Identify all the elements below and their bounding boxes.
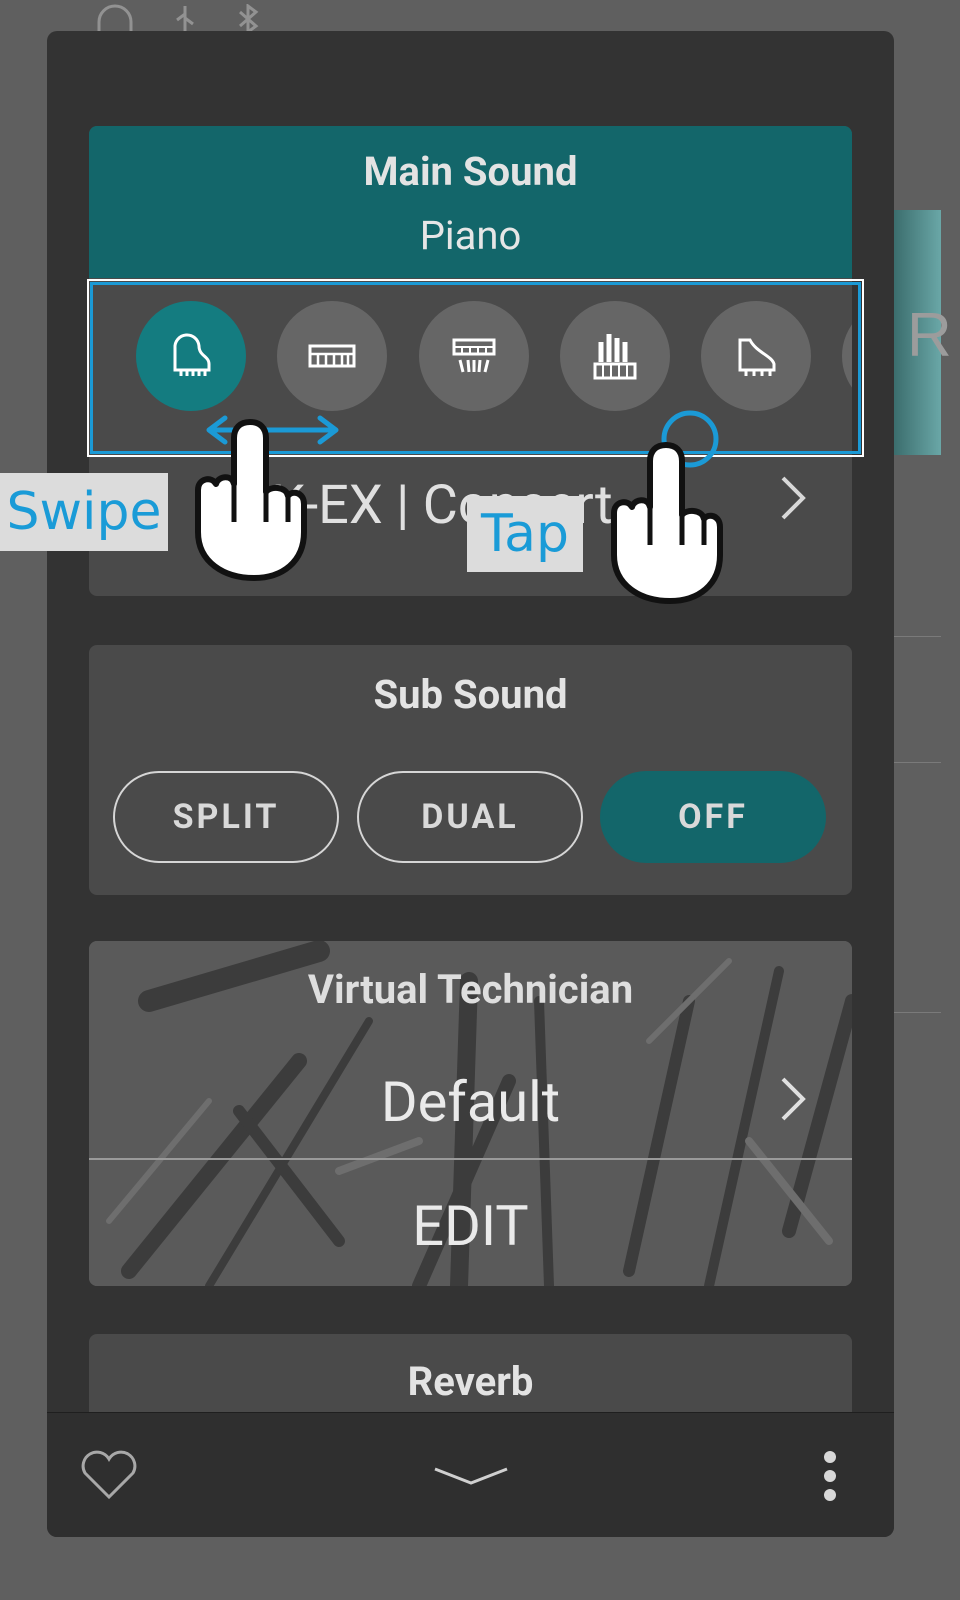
tap-hand-icon: [611, 442, 723, 604]
sub-sound-card: Sub Sound SPLIT DUAL OFF: [89, 645, 852, 895]
virtual-technician-card: Virtual Technician Default EDIT: [89, 941, 852, 1286]
electric-piano-icon: [308, 344, 356, 368]
chevron-right-icon: [781, 1077, 806, 1121]
background-divider: [893, 1012, 941, 1013]
category-grand-piano-button[interactable]: [136, 301, 246, 411]
background-divider: [893, 762, 941, 763]
tap-label: Tap: [467, 496, 583, 572]
bluetooth-icon: [239, 4, 259, 34]
chevron-right-icon: [781, 476, 806, 520]
bottom-bar: [47, 1412, 894, 1537]
virtual-technician-title: Virtual Technician: [307, 966, 634, 1013]
main-sound-category: Piano: [419, 212, 522, 259]
swipe-hand-icon: [195, 419, 307, 581]
category-organ-button[interactable]: [560, 301, 670, 411]
sub-sound-title: Sub Sound: [373, 671, 568, 718]
grand-piano-icon: [173, 333, 211, 376]
swipe-label: Swipe: [0, 473, 168, 551]
category-harpsichord-button[interactable]: [701, 301, 811, 411]
divider: [89, 1158, 852, 1160]
collapse-chevron-icon[interactable]: [431, 1461, 511, 1491]
category-more-button[interactable]: [842, 301, 852, 411]
dual-button[interactable]: DUAL: [357, 771, 583, 863]
edit-button[interactable]: EDIT: [89, 1193, 852, 1259]
split-button[interactable]: SPLIT: [113, 771, 339, 863]
main-sound-header: Main Sound Piano: [89, 126, 852, 278]
background-letter: R: [907, 301, 952, 370]
harpsichord-icon: [738, 338, 776, 376]
reverb-card[interactable]: Reverb: [89, 1334, 852, 1424]
favorite-heart-icon[interactable]: [79, 1449, 139, 1501]
vintage-keyboard-icon: [452, 338, 496, 373]
category-electric-piano-button[interactable]: [277, 301, 387, 411]
virtual-technician-value[interactable]: Default: [89, 1069, 852, 1135]
reverb-title: Reverb: [407, 1358, 534, 1405]
background-divider: [893, 636, 941, 637]
category-vintage-keyboard-button[interactable]: [419, 301, 529, 411]
background-panel-strip: R: [893, 210, 952, 455]
headphones-icon: [97, 4, 133, 32]
more-vert-icon[interactable]: [817, 1451, 843, 1501]
off-button[interactable]: OFF: [600, 771, 826, 863]
organ-icon: [593, 334, 637, 380]
sound-panel: Main Sound Piano SK-EX | Concert Sub Sou…: [47, 31, 894, 1537]
main-sound-title: Main Sound: [363, 148, 578, 195]
usb-icon: [176, 6, 194, 32]
